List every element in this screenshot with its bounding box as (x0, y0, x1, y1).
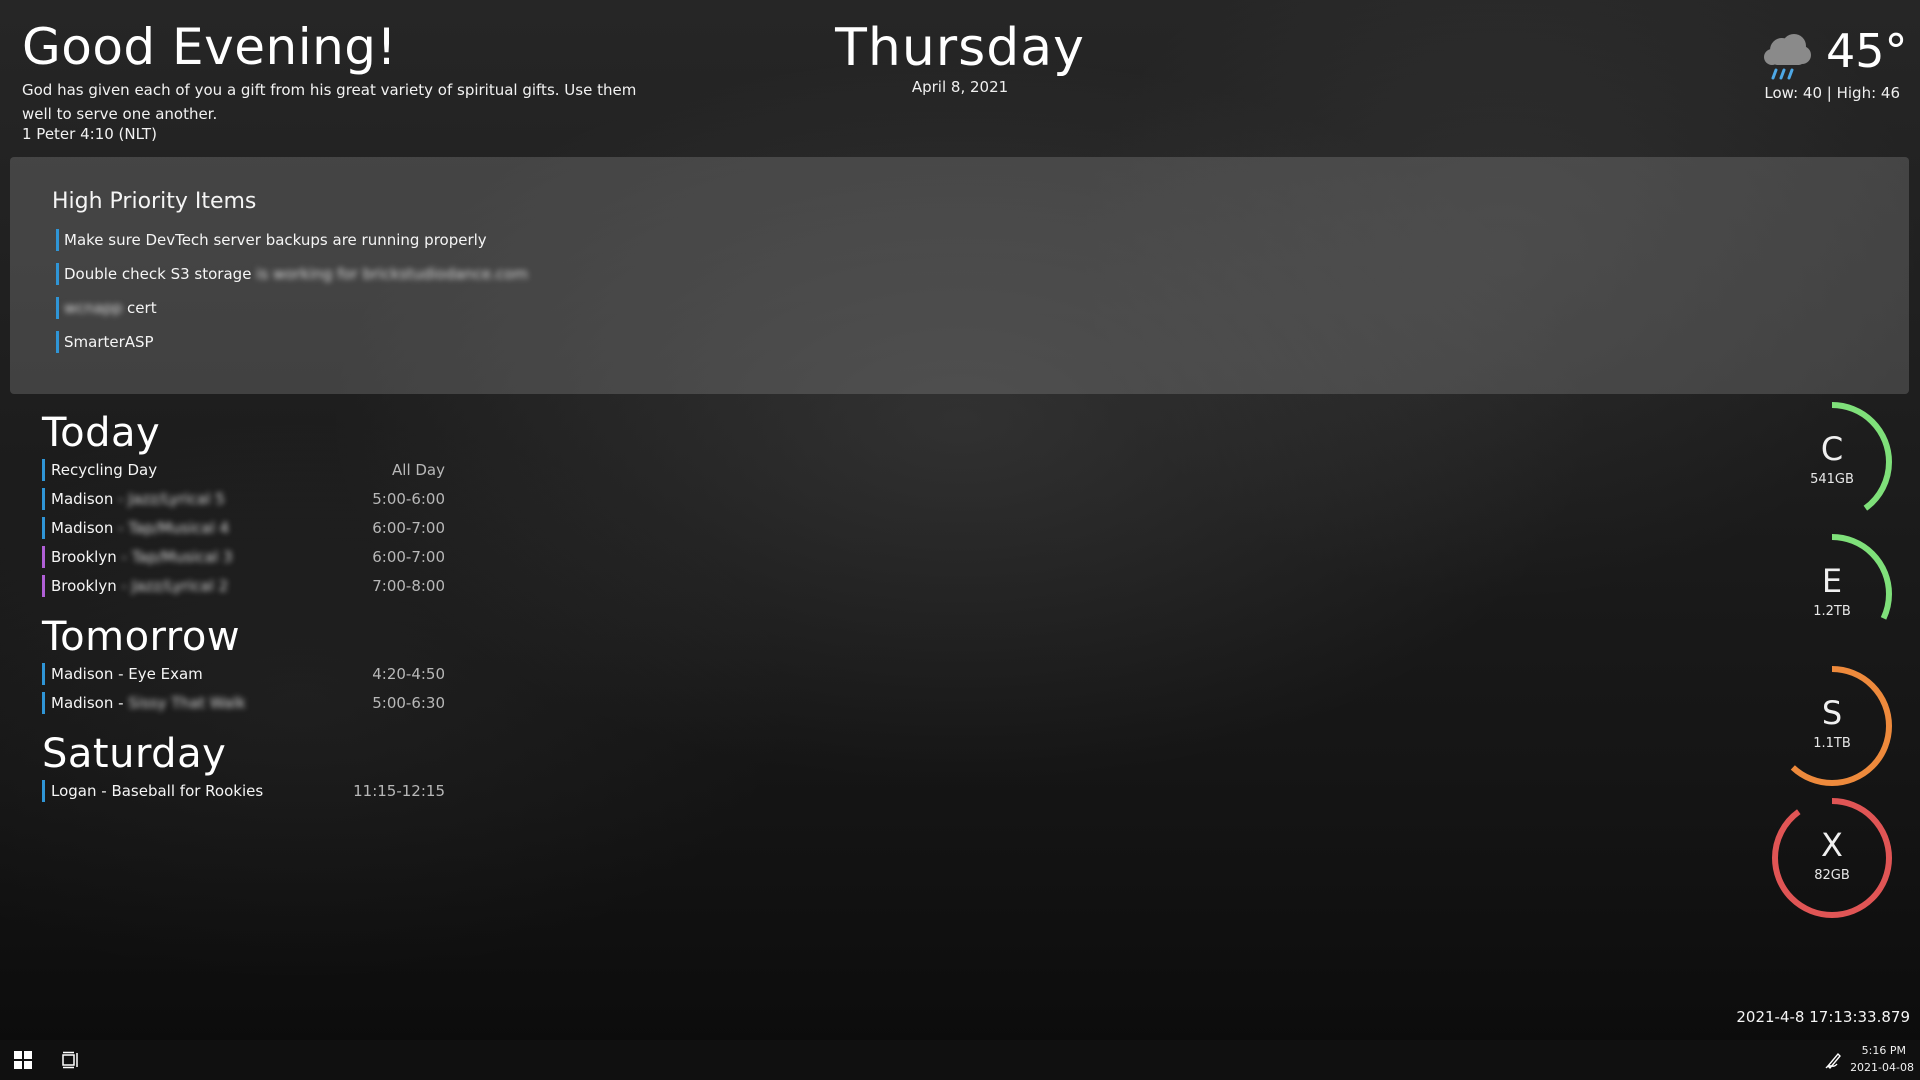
event-row[interactable]: Madison - Tap/Musical 4 6:00-7:00 (42, 517, 445, 539)
section-title-saturday: Saturday (42, 731, 227, 777)
event-time: 4:20-4:50 (372, 665, 445, 683)
priority-panel: High Priority Items Make sure DevTech se… (10, 157, 1909, 394)
event-time: 6:00-7:00 (372, 548, 445, 566)
taskbar-clock-time[interactable]: 5:16 PM (1862, 1044, 1906, 1057)
event-row[interactable]: Madison - Sissy That Walk 5:00-6:30 (42, 692, 445, 714)
drive-size: 82GB (1814, 868, 1850, 883)
low-high-temperature: Low: 40 | High: 46 (1764, 84, 1900, 102)
priority-item-text: Make sure DevTech server backups are run… (64, 231, 487, 249)
daily-verse: God has given each of you a gift from hi… (22, 81, 637, 123)
event-detail: - Jazz/Lyrical 5 (118, 490, 225, 508)
event-time: 6:00-7:00 (372, 519, 445, 537)
priority-item: Make sure DevTech server backups are run… (56, 229, 487, 251)
drive-size: 1.1TB (1813, 736, 1851, 751)
event-time: All Day (392, 461, 445, 479)
event-time: 11:15-12:15 (353, 782, 445, 800)
drive-size: 541GB (1810, 472, 1854, 487)
event-detail: Sissy That Walk (128, 694, 246, 712)
windows-logo-icon[interactable] (14, 1051, 32, 1069)
event-title: Madison (51, 519, 114, 537)
priority-item: wcnapp cert (56, 297, 157, 319)
event-title: Madison - Eye Exam (51, 665, 203, 683)
event-row[interactable]: Recycling Day All Day (42, 459, 445, 481)
drive-gauge-c: C 541GB (1770, 400, 1894, 524)
event-title: Brooklyn (51, 548, 117, 566)
event-row[interactable]: Madison - Jazz/Lyrical 5 5:00-6:00 (42, 488, 445, 510)
task-view-icon[interactable] (62, 1051, 80, 1069)
drive-letter: E (1821, 562, 1843, 600)
drive-letter: X (1821, 826, 1843, 864)
priority-item: SmarterASP (56, 331, 154, 353)
event-time: 5:00-6:00 (372, 490, 445, 508)
priority-item-text: cert (127, 299, 157, 317)
event-title: Recycling Day (51, 461, 158, 479)
event-detail: - Tap/Musical 3 (121, 548, 233, 566)
live-timestamp: 2021-4-8 17:13:33.879 (1736, 1008, 1910, 1026)
drive-size: 1.2TB (1813, 604, 1851, 619)
taskbar: 5:16 PM 2021-04-08 (0, 1040, 1920, 1080)
current-date: April 8, 2021 (911, 78, 1009, 96)
verse-reference: 1 Peter 4:10 (NLT) (22, 125, 157, 143)
priority-item-text: SmarterASP (64, 333, 154, 351)
event-detail: - Jazz/Lyrical 2 (121, 577, 229, 595)
drive-letter: C (1820, 430, 1844, 468)
event-title: Logan - Baseball for Rookies (51, 782, 264, 800)
day-name: Thursday (835, 18, 1085, 78)
drive-gauge-x: X 82GB (1770, 796, 1894, 920)
event-detail: - Tap/Musical 4 (118, 519, 230, 537)
drive-gauge-s: S 1.1TB (1770, 664, 1894, 788)
section-title-today: Today (42, 410, 161, 456)
priority-item: Double check S3 storage is working for b… (56, 263, 528, 285)
event-title: Brooklyn (51, 577, 117, 595)
event-title: Madison (51, 490, 114, 508)
taskbar-clock-date[interactable]: 2021-04-08 (1850, 1061, 1914, 1074)
priority-item-redacted: is working for brickstudiodance.com (256, 265, 528, 283)
drive-letter: S (1821, 694, 1843, 732)
event-row[interactable]: Madison - Eye Exam 4:20-4:50 (42, 663, 445, 685)
temperature: 45° (1826, 24, 1908, 78)
section-title-tomorrow: Tomorrow (42, 614, 241, 660)
drive-gauge-e: E 1.2TB (1770, 532, 1894, 656)
event-time: 7:00-8:00 (372, 577, 445, 595)
rain-cloud-icon (1760, 28, 1816, 84)
event-row[interactable]: Brooklyn - Jazz/Lyrical 2 7:00-8:00 (42, 575, 445, 597)
event-title: Madison - (51, 694, 124, 712)
greeting-title: Good Evening! (22, 18, 398, 76)
priority-item-redacted: wcnapp (64, 299, 123, 317)
priority-item-text: Double check S3 storage (64, 265, 252, 283)
event-time: 5:00-6:30 (372, 694, 445, 712)
event-row[interactable]: Logan - Baseball for Rookies 11:15-12:15 (42, 780, 445, 802)
priority-title: High Priority Items (52, 189, 257, 214)
event-row[interactable]: Brooklyn - Tap/Musical 3 6:00-7:00 (42, 546, 445, 568)
pen-icon[interactable] (1824, 1050, 1844, 1070)
